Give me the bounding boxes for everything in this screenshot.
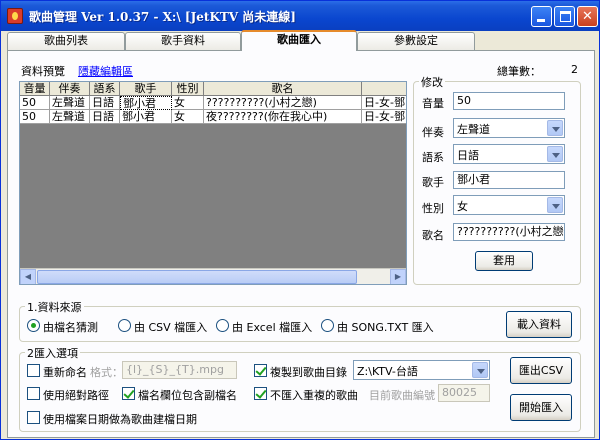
export-csv-button[interactable]: 匯出CSV <box>510 357 572 384</box>
column-header-language[interactable]: 語系 <box>90 82 120 96</box>
grid-cell[interactable]: 日-女-鄧 <box>362 110 406 124</box>
source-group-title: 1.資料來源 <box>25 299 84 315</box>
rename-label[interactable]: 重新命名 <box>43 364 87 380</box>
gender-label: 性別 <box>422 202 444 215</box>
grid-cell[interactable]: 左聲道 <box>50 96 90 110</box>
column-header-extra[interactable] <box>362 82 406 96</box>
source-csv-label[interactable]: 由 CSV 檔匯入 <box>134 319 207 335</box>
close-icon: ✕ <box>582 9 593 24</box>
song-dir-value: Z:\KTV-台語 <box>357 365 418 378</box>
filename-ext-checkbox[interactable] <box>122 387 135 400</box>
accompaniment-select[interactable]: 左聲道 <box>453 118 565 138</box>
absolute-path-checkbox[interactable] <box>27 387 40 400</box>
absolute-path-label[interactable]: 使用絕對路徑 <box>43 387 109 403</box>
edit-group-title: 修改 <box>419 74 445 90</box>
song-name-label: 歌名 <box>422 229 444 242</box>
column-header-volume[interactable]: 音量 <box>20 82 50 96</box>
column-header-accompaniment[interactable]: 伴奏 <box>50 82 90 96</box>
column-header-gender[interactable]: 性別 <box>172 82 204 96</box>
volume-field[interactable]: 50 <box>453 92 565 110</box>
tab-song-list[interactable]: 歌曲列表 <box>7 32 125 50</box>
hide-edit-link[interactable]: 隱藏編輯區 <box>78 63 133 79</box>
minimize-icon <box>537 19 545 22</box>
skip-duplicates-checkbox[interactable] <box>254 387 267 400</box>
file-date-checkbox[interactable] <box>27 411 40 424</box>
grid-cell[interactable]: 日語 <box>90 96 120 110</box>
grid-cell[interactable]: 50 <box>20 110 50 124</box>
copy-to-dir-label[interactable]: 複製到歌曲目錄 <box>270 364 347 380</box>
accompaniment-value: 左聲道 <box>457 123 490 136</box>
grid-cell[interactable]: 女 <box>172 110 204 124</box>
song-dir-select[interactable]: Z:\KTV-台語 <box>353 360 490 380</box>
grid-cell[interactable]: 夜????????(你在我心中) <box>204 110 362 124</box>
load-data-button[interactable]: 載入資料 <box>506 311 572 338</box>
preview-label: 資料預覽 <box>21 65 65 78</box>
start-import-button[interactable]: 開始匯入 <box>510 394 572 421</box>
rename-checkbox[interactable] <box>27 364 40 377</box>
column-header-song-name[interactable]: 歌名 <box>204 82 362 96</box>
grid-cell-selected[interactable]: 鄧小君 <box>120 96 172 110</box>
filename-ext-label[interactable]: 檔名欄位包含副檔名 <box>138 387 237 403</box>
chevron-down-icon[interactable] <box>547 146 563 162</box>
tab-song-import[interactable]: 歌曲匯入 <box>241 30 357 51</box>
chevron-down-icon[interactable] <box>547 120 563 136</box>
copy-to-dir-checkbox[interactable] <box>254 364 267 377</box>
total-count-value: 2 <box>571 63 578 76</box>
source-excel-label[interactable]: 由 Excel 檔匯入 <box>232 319 312 335</box>
scroll-left-icon[interactable]: ◀ <box>20 269 36 284</box>
language-value: 日語 <box>457 149 479 162</box>
chevron-down-icon[interactable] <box>547 197 563 213</box>
scroll-thumb[interactable] <box>37 270 357 284</box>
current-number-label: 目前歌曲編號 <box>369 389 435 402</box>
close-button[interactable]: ✕ <box>577 6 598 27</box>
singer-label: 歌手 <box>422 176 444 189</box>
maximize-button[interactable] <box>554 6 575 27</box>
table-row[interactable]: 50 左聲道 日語 鄧小君 女 夜????????(你在我心中) 日-女-鄧 <box>20 110 406 124</box>
tab-singer-data[interactable]: 歌手資料 <box>125 32 241 50</box>
file-date-label[interactable]: 使用檔案日期做為歌曲建檔日期 <box>43 411 197 427</box>
minimize-button[interactable] <box>531 6 552 27</box>
grid-cell[interactable]: 50 <box>20 96 50 110</box>
source-songtxt-label[interactable]: 由 SONG.TXT 匯入 <box>337 319 434 335</box>
grid-cell[interactable]: 左聲道 <box>50 110 90 124</box>
format-field[interactable]: {l}_{S}_{T}.mpg <box>122 361 237 379</box>
grid-cell[interactable]: 日-女-鄧 <box>362 96 406 110</box>
tab-settings[interactable]: 參數設定 <box>357 32 475 50</box>
total-count-label: 總筆數： <box>497 65 541 78</box>
accompaniment-label: 伴奏 <box>422 126 444 139</box>
song-name-field[interactable]: ??????????(小村之戀) <box>453 223 565 241</box>
language-select[interactable]: 日語 <box>453 144 565 164</box>
app-icon <box>7 8 23 24</box>
singer-field[interactable]: 鄧小君 <box>453 171 565 189</box>
grid-cell[interactable]: ??????????(小村之戀) <box>204 96 362 110</box>
grid-cell[interactable]: 日語 <box>90 110 120 124</box>
gender-value: 女 <box>457 200 468 213</box>
current-number-field[interactable]: 80025 <box>438 384 490 402</box>
grid-header: 音量 伴奏 語系 歌手 性別 歌名 <box>20 82 406 96</box>
gender-select[interactable]: 女 <box>453 195 565 215</box>
apply-button[interactable]: 套用 <box>475 251 533 271</box>
volume-label: 音量 <box>422 97 444 110</box>
source-csv-radio[interactable] <box>118 319 131 332</box>
maximize-icon <box>560 11 571 22</box>
title-bar[interactable]: 歌曲管理 Ver 1.0.37 - X:\ [JetKTV 尚未連線] ✕ <box>1 1 599 31</box>
language-label: 語系 <box>422 151 444 164</box>
import-options-title: 2匯入選項 <box>25 345 80 361</box>
source-filename-radio[interactable] <box>27 319 40 332</box>
grid-cell[interactable]: 鄧小君 <box>120 110 172 124</box>
preview-grid[interactable]: 音量 伴奏 語系 歌手 性別 歌名 50 左聲道 日語 鄧小君 女 ??????… <box>19 81 407 285</box>
format-label: 格式： <box>90 366 123 379</box>
window-title: 歌曲管理 Ver 1.0.37 - X:\ [JetKTV 尚未連線] <box>29 10 296 24</box>
column-header-singer[interactable]: 歌手 <box>120 82 172 96</box>
source-filename-label[interactable]: 由檔名猜測 <box>43 319 98 335</box>
chevron-down-icon[interactable] <box>472 362 488 378</box>
source-excel-radio[interactable] <box>216 319 229 332</box>
grid-cell[interactable]: 女 <box>172 96 204 110</box>
horizontal-scrollbar[interactable]: ◀ ▶ <box>20 268 406 284</box>
table-row[interactable]: 50 左聲道 日語 鄧小君 女 ??????????(小村之戀) 日-女-鄧 <box>20 96 406 110</box>
scroll-right-icon[interactable]: ▶ <box>390 269 406 284</box>
skip-duplicates-label[interactable]: 不匯入重複的歌曲 <box>270 387 358 403</box>
app-window: 歌曲管理 Ver 1.0.37 - X:\ [JetKTV 尚未連線] ✕ 歌曲… <box>0 0 600 440</box>
source-songtxt-radio[interactable] <box>321 319 334 332</box>
